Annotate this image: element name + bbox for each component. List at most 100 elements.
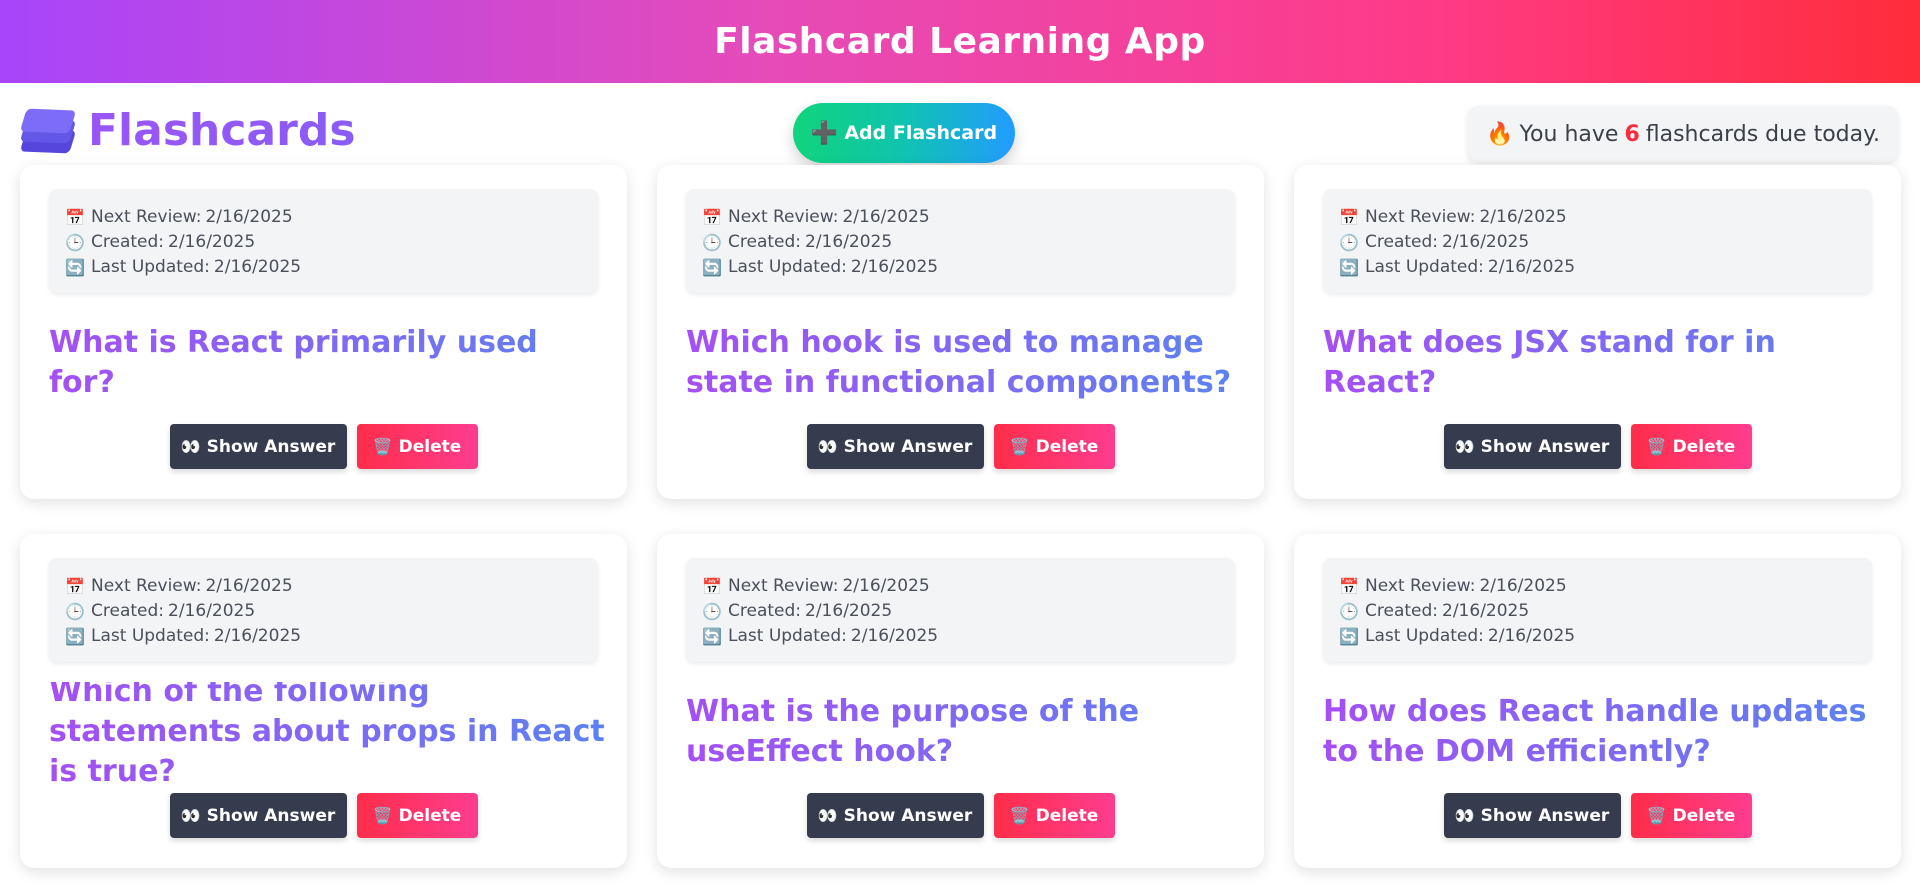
show-answer-label: Show Answer: [843, 805, 973, 826]
last-updated-value: 2/16/2025: [213, 257, 302, 277]
delete-button[interactable]: 🗑️ Delete: [356, 424, 478, 469]
delete-label: Delete: [1672, 436, 1736, 457]
flashcard-question: Which of the following statements about …: [49, 674, 607, 789]
show-answer-label: Show Answer: [206, 805, 336, 826]
show-answer-button[interactable]: 👀 Show Answer: [806, 793, 984, 838]
plus-icon: ➕: [810, 120, 839, 146]
refresh-icon: 🔄: [65, 627, 85, 646]
flashcard: 📅 Next Review: 2/16/2025 🕒 Created: 2/16…: [1294, 165, 1901, 499]
refresh-icon: 🔄: [1339, 627, 1359, 646]
flashcard-actions: 👀 Show Answer 🗑️ Delete: [20, 424, 627, 469]
flashcard-meta: 📅 Next Review: 2/16/2025 🕒 Created: 2/16…: [1323, 558, 1872, 662]
show-answer-button[interactable]: 👀 Show Answer: [169, 424, 347, 469]
flashcard-actions: 👀 Show Answer 🗑️ Delete: [1294, 424, 1901, 469]
flashcard: 📅 Next Review: 2/16/2025 🕒 Created: 2/16…: [1294, 534, 1901, 868]
clock-icon: 🕒: [702, 233, 722, 252]
last-updated-value: 2/16/2025: [1487, 626, 1576, 646]
delete-button[interactable]: 🗑️ Delete: [993, 793, 1115, 838]
created-label: Created:: [1365, 232, 1439, 252]
flashcard-meta: 📅 Next Review: 2/16/2025 🕒 Created: 2/16…: [1323, 189, 1872, 293]
next-review-label: Next Review:: [1365, 576, 1476, 596]
refresh-icon: 🔄: [65, 258, 85, 277]
last-updated-label: Last Updated:: [1365, 626, 1484, 646]
app-title: Flashcard Learning App: [714, 21, 1206, 62]
trash-icon: 🗑️: [1009, 806, 1030, 825]
flashcard-meta: 📅 Next Review: 2/16/2025 🕒 Created: 2/16…: [686, 558, 1235, 662]
created-line: 🕒 Created: 2/16/2025: [702, 599, 1219, 624]
clock-icon: 🕒: [1339, 233, 1359, 252]
eyes-icon: 👀: [180, 437, 201, 456]
add-flashcard-label: Add Flashcard: [844, 122, 998, 144]
calendar-icon: 📅: [1339, 208, 1359, 227]
clock-icon: 🕒: [65, 602, 85, 621]
last-updated-label: Last Updated:: [91, 257, 210, 277]
created-label: Created:: [91, 232, 165, 252]
next-review-value: 2/16/2025: [842, 207, 930, 227]
last-updated-label: Last Updated:: [91, 626, 210, 646]
created-value: 2/16/2025: [805, 232, 893, 252]
last-updated-value: 2/16/2025: [213, 626, 302, 646]
created-line: 🕒 Created: 2/16/2025: [65, 230, 582, 255]
show-answer-button[interactable]: 👀 Show Answer: [1443, 793, 1621, 838]
created-value: 2/16/2025: [1442, 232, 1530, 252]
flashcard-actions: 👀 Show Answer 🗑️ Delete: [657, 424, 1264, 469]
last-updated-line: 🔄 Last Updated: 2/16/2025: [702, 624, 1219, 649]
next-review-line: 📅 Next Review: 2/16/2025: [1339, 574, 1856, 599]
last-updated-line: 🔄 Last Updated: 2/16/2025: [65, 624, 582, 649]
show-answer-button[interactable]: 👀 Show Answer: [169, 793, 347, 838]
toolbar: Flashcards ➕ Add Flashcard 🔥 You have 6 …: [0, 83, 1920, 169]
next-review-label: Next Review:: [91, 576, 202, 596]
refresh-icon: 🔄: [1339, 258, 1359, 277]
trash-icon: 🗑️: [372, 806, 393, 825]
flashcard-question: How does React handle updates to the DOM…: [1323, 682, 1881, 782]
due-today-notice: 🔥 You have 6 flashcards due today.: [1468, 106, 1898, 162]
flashcard-question: What is React primarily used for?: [49, 313, 607, 413]
created-label: Created:: [728, 232, 802, 252]
created-line: 🕒 Created: 2/16/2025: [1339, 230, 1856, 255]
created-value: 2/16/2025: [168, 232, 256, 252]
flashcard-meta: 📅 Next Review: 2/16/2025 🕒 Created: 2/16…: [49, 558, 598, 662]
flashcard-question: What is the purpose of the useEffect hoo…: [686, 682, 1244, 782]
add-flashcard-button[interactable]: ➕ Add Flashcard: [793, 103, 1015, 163]
show-answer-label: Show Answer: [1480, 805, 1610, 826]
delete-label: Delete: [1035, 805, 1099, 826]
due-count: 6: [1624, 121, 1640, 147]
refresh-icon: 🔄: [702, 258, 722, 277]
flashcard-question: What does JSX stand for in React?: [1323, 313, 1881, 413]
eyes-icon: 👀: [1454, 806, 1475, 825]
flashcard-question: Which hook is used to manage state in fu…: [686, 313, 1244, 413]
app-header: Flashcard Learning App: [0, 0, 1920, 83]
show-answer-button[interactable]: 👀 Show Answer: [806, 424, 984, 469]
last-updated-line: 🔄 Last Updated: 2/16/2025: [1339, 255, 1856, 280]
created-value: 2/16/2025: [168, 601, 256, 621]
created-line: 🕒 Created: 2/16/2025: [65, 599, 582, 624]
created-line: 🕒 Created: 2/16/2025: [702, 230, 1219, 255]
next-review-label: Next Review:: [1365, 207, 1476, 227]
show-answer-button[interactable]: 👀 Show Answer: [1443, 424, 1621, 469]
page-title: Flashcards: [88, 105, 356, 156]
eyes-icon: 👀: [1454, 437, 1475, 456]
last-updated-value: 2/16/2025: [1487, 257, 1576, 277]
delete-label: Delete: [1035, 436, 1099, 457]
delete-button[interactable]: 🗑️ Delete: [993, 424, 1115, 469]
next-review-value: 2/16/2025: [1479, 576, 1567, 596]
calendar-icon: 📅: [1339, 577, 1359, 596]
calendar-icon: 📅: [65, 208, 85, 227]
last-updated-label: Last Updated:: [728, 257, 847, 277]
flashcard-actions: 👀 Show Answer 🗑️ Delete: [1294, 793, 1901, 838]
delete-button[interactable]: 🗑️ Delete: [356, 793, 478, 838]
flashcard-grid: 📅 Next Review: 2/16/2025 🕒 Created: 2/16…: [20, 165, 1901, 868]
next-review-line: 📅 Next Review: 2/16/2025: [65, 574, 582, 599]
delete-button[interactable]: 🗑️ Delete: [1630, 424, 1752, 469]
calendar-icon: 📅: [702, 208, 722, 227]
last-updated-label: Last Updated:: [1365, 257, 1484, 277]
delete-button[interactable]: 🗑️ Delete: [1630, 793, 1752, 838]
next-review-line: 📅 Next Review: 2/16/2025: [65, 205, 582, 230]
created-label: Created:: [91, 601, 165, 621]
trash-icon: 🗑️: [1009, 437, 1030, 456]
show-answer-label: Show Answer: [206, 436, 336, 457]
flashcard-actions: 👀 Show Answer 🗑️ Delete: [657, 793, 1264, 838]
fire-icon: 🔥: [1486, 121, 1514, 147]
trash-icon: 🗑️: [372, 437, 393, 456]
show-answer-label: Show Answer: [1480, 436, 1610, 457]
